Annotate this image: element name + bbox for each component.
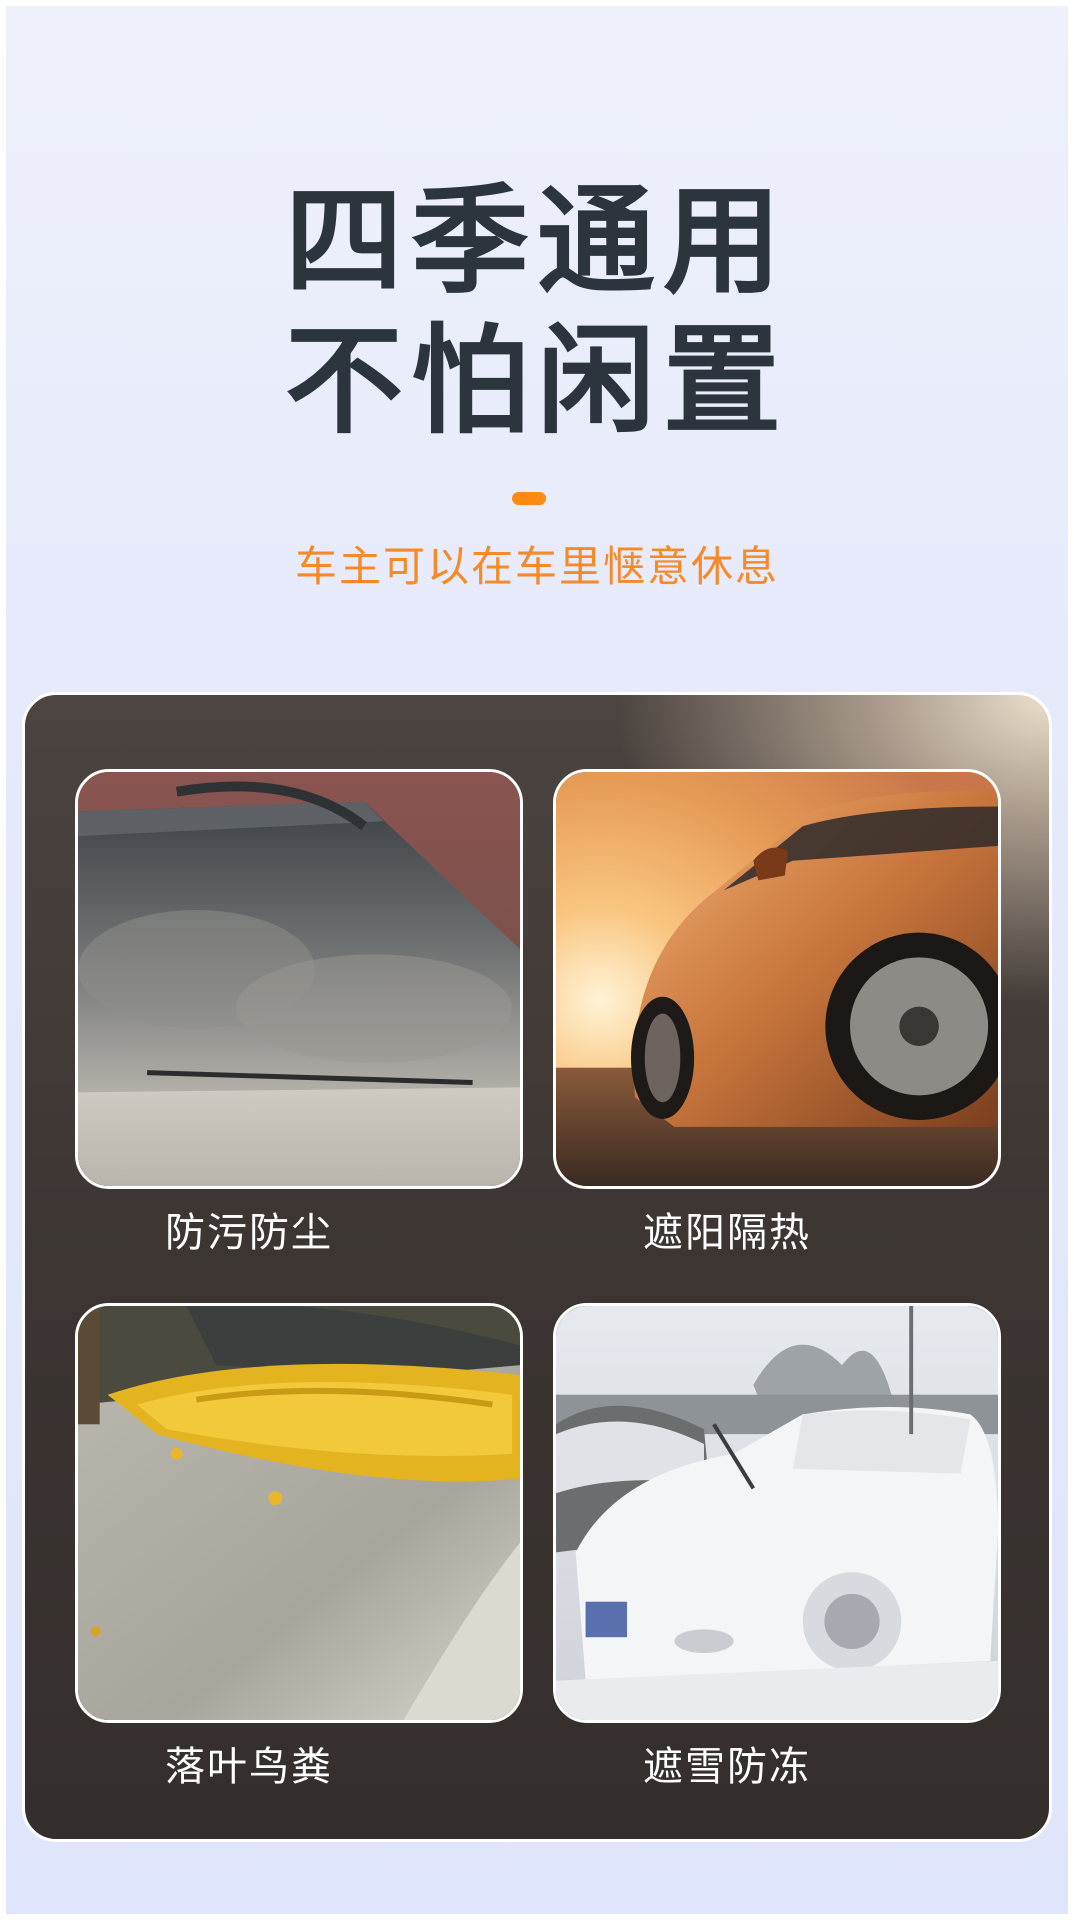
- feature-label-leaves: 落叶鸟粪: [165, 1744, 333, 1790]
- fallen-leaves-hood-photo: [75, 1303, 523, 1723]
- feature-label-sunshade: 遮阳隔热: [643, 1210, 811, 1256]
- headline-line-2: 不怕闲置: [284, 312, 789, 450]
- headline-line-1: 四季通用: [284, 172, 789, 310]
- dusty-windshield-photo: [75, 769, 523, 1189]
- sunset-car-photo: [553, 769, 1001, 1189]
- feature-panel: 防污防尘 遮阳隔热 落叶鸟粪 遮雪防冻: [22, 692, 1052, 1842]
- feature-label-dust: 防污防尘: [165, 1210, 333, 1256]
- feature-label-snow: 遮雪防冻: [643, 1744, 811, 1790]
- accent-dash: [512, 492, 546, 505]
- snow-covered-car-photo: [553, 1303, 1001, 1723]
- subtitle: 车主可以在车里惬意休息: [294, 542, 779, 591]
